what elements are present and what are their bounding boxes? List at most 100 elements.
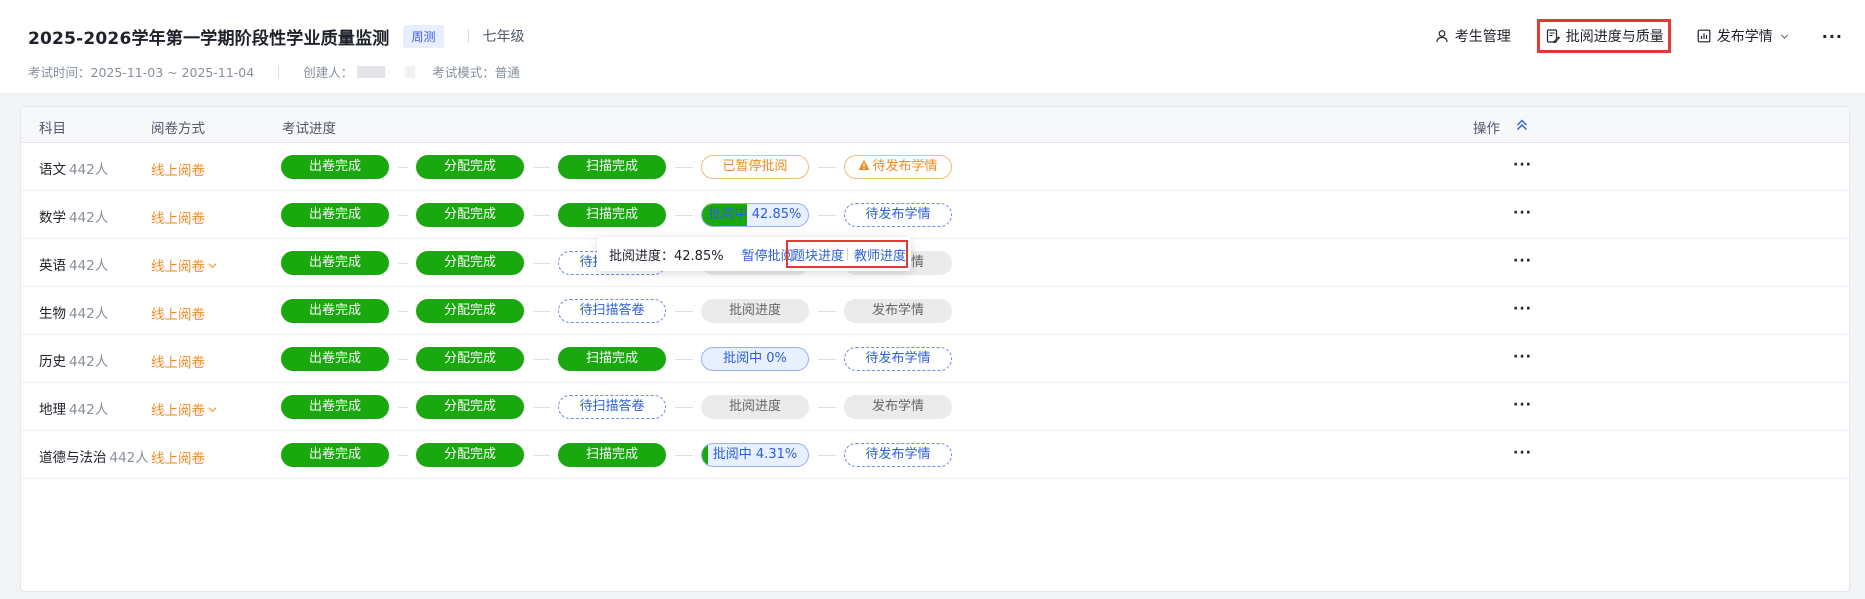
stage-pill[interactable]: 分配完成	[416, 203, 524, 227]
marking-mode-link[interactable]: 线上阅卷	[151, 447, 205, 467]
stage-pill[interactable]: 批阅中 42.85%	[701, 203, 809, 227]
student-management-label: 考生管理	[1454, 29, 1511, 45]
row-more-button[interactable]: ···	[1513, 349, 1532, 365]
stage-pill[interactable]: 出卷完成	[281, 443, 389, 467]
student-count: 442人	[69, 354, 109, 370]
column-header-mode: 阅卷方式	[151, 121, 205, 137]
stage-connector	[818, 215, 836, 216]
review-progress-popover: 批阅进度：42.85% 暂停批阅 题块进度 教师进度	[597, 237, 911, 271]
stage-pill[interactable]: 分配完成	[416, 299, 524, 323]
stage-connector	[533, 167, 550, 168]
warning-icon	[859, 159, 870, 170]
stage-label: 出卷完成	[308, 399, 361, 414]
marking-mode-label: 线上阅卷	[151, 451, 205, 467]
stage-pill[interactable]: 扫描完成	[558, 443, 666, 467]
stage-pill[interactable]: 出卷完成	[281, 203, 389, 227]
subject-name: 道德与法治	[39, 450, 107, 466]
stage-connector	[675, 167, 693, 168]
marking-mode-label: 线上阅卷	[151, 355, 205, 371]
stage-pill[interactable]: 已暂停批阅	[701, 155, 809, 179]
teacher-progress-link[interactable]: 教师进度	[854, 245, 906, 264]
stage-connector	[818, 167, 836, 168]
marking-mode-link[interactable]: 线上阅卷	[151, 255, 218, 275]
stage-label: 待发布学情	[865, 447, 931, 462]
stage-label: 批阅中 42.85%	[708, 207, 802, 222]
collapse-icon[interactable]	[1513, 116, 1531, 134]
stage-pill[interactable]: 出卷完成	[281, 251, 389, 275]
stage-connector	[533, 359, 550, 360]
stage-pill[interactable]: 分配完成	[416, 155, 524, 179]
marking-mode-label: 线上阅卷	[151, 307, 205, 323]
stage-connector	[818, 455, 836, 456]
stage-pill[interactable]: 待发布学情	[844, 443, 952, 467]
stage-connector	[675, 215, 693, 216]
stage-connector	[533, 263, 550, 264]
divider	[847, 248, 848, 260]
more-options-button[interactable]: ···	[1822, 27, 1843, 46]
stage-label: 扫描完成	[585, 207, 638, 222]
marking-mode-link[interactable]: 线上阅卷	[151, 303, 205, 323]
stage-pill[interactable]: 扫描完成	[558, 347, 666, 371]
stage-pill[interactable]: 出卷完成	[281, 155, 389, 179]
stage-label: 批阅中 0%	[723, 351, 787, 366]
stage-pill[interactable]: 出卷完成	[281, 395, 389, 419]
publish-report-dropdown[interactable]: 发布学情	[1691, 18, 1796, 54]
stage-pill[interactable]: 分配完成	[416, 251, 524, 275]
stage-connector	[533, 215, 550, 216]
student-count: 442人	[109, 450, 149, 466]
row-more-button[interactable]: ···	[1513, 397, 1532, 413]
stage-pill[interactable]: 扫描完成	[558, 155, 666, 179]
stage-label: 待发布学情	[872, 159, 938, 174]
row-more-button[interactable]: ···	[1513, 445, 1532, 461]
stage-pill[interactable]: 分配完成	[416, 395, 524, 419]
chevron-down-icon	[1780, 34, 1788, 39]
stage-label: 出卷完成	[308, 159, 361, 174]
stage-label: 发布学情	[871, 399, 924, 414]
stage-label: 扫描完成	[585, 447, 638, 462]
student-management-button[interactable]: 考生管理	[1429, 18, 1517, 54]
stage-pill[interactable]: 待发布学情	[844, 203, 952, 227]
marking-mode-link[interactable]: 线上阅卷	[151, 159, 205, 179]
stage-connector	[398, 167, 408, 168]
marking-mode-link[interactable]: 线上阅卷	[151, 207, 205, 227]
stage-label: 待发布学情	[865, 351, 931, 366]
row-more-button[interactable]: ···	[1513, 157, 1532, 173]
row-more-button[interactable]: ···	[1513, 301, 1532, 317]
stage-connector	[533, 455, 550, 456]
stage-label: 出卷完成	[308, 447, 361, 462]
stage-pill[interactable]: 出卷完成	[281, 347, 389, 371]
subject-name: 语文	[39, 162, 66, 178]
marking-mode-link[interactable]: 线上阅卷	[151, 351, 205, 371]
stage-pill[interactable]: 分配完成	[416, 443, 524, 467]
marking-mode-link[interactable]: 线上阅卷	[151, 399, 218, 419]
stage-label: 分配完成	[443, 351, 496, 366]
stage-label: 批阅进度	[728, 399, 781, 414]
stage-connector	[675, 407, 693, 408]
stage-pill[interactable]: 待发布学情	[844, 347, 952, 371]
stage-pill[interactable]: 待发布学情	[844, 155, 952, 179]
table-row: 历史 442人 线上阅卷 出卷完成 分配完成 扫描完成 批阅中 0% 待发布学情 ···	[21, 335, 1849, 383]
stage-connector	[398, 455, 408, 456]
subject-cell: 地理 442人	[39, 398, 108, 418]
block-progress-link[interactable]: 题块进度	[792, 245, 844, 264]
stage-pill[interactable]: 分配完成	[416, 347, 524, 371]
page-title: 2025-2026学年第一学期阶段性学业质量监测	[28, 28, 390, 49]
stage-pill[interactable]: 批阅中 0%	[701, 347, 809, 371]
row-more-button[interactable]: ···	[1513, 205, 1532, 221]
title-row: 2025-2026学年第一学期阶段性学业质量监测 周测 七年级	[28, 22, 525, 50]
stage-label: 批阅进度	[728, 303, 781, 318]
stage-connector	[818, 311, 836, 312]
row-more-button[interactable]: ···	[1513, 253, 1532, 269]
subjects-table: 科目 阅卷方式 考试进度 操作 语文 442人 线上阅卷 出卷完成 分配完成 扫描完成 已暂…	[20, 106, 1850, 592]
stage-pill[interactable]: 待扫描答卷	[558, 299, 666, 323]
stage-pill[interactable]: 待扫描答卷	[558, 395, 666, 419]
stage-pill[interactable]: 扫描完成	[558, 203, 666, 227]
stage-pill[interactable]: 批阅中 4.31%	[701, 443, 809, 467]
column-header-subject: 科目	[39, 121, 66, 137]
table-row: 道德与法治 442人 线上阅卷 出卷完成 分配完成 扫描完成 批阅中 4.31% 待发布学情 ·…	[21, 431, 1849, 479]
marking-mode-label: 线上阅卷	[151, 259, 205, 275]
stage-pill[interactable]: 出卷完成	[281, 299, 389, 323]
review-progress-quality-button[interactable]: 批阅进度与质量	[1536, 19, 1671, 53]
stage-pill: 批阅进度	[701, 299, 809, 323]
